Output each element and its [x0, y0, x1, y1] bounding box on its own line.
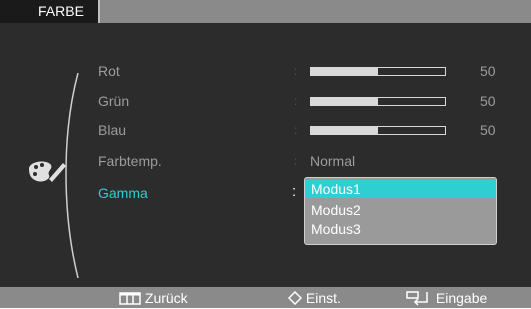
- farbtemp-value: Normal: [310, 153, 356, 169]
- menu-item-gruen[interactable]: Grün: [98, 93, 129, 109]
- enter-label: Eingabe: [435, 289, 488, 306]
- back-hint[interactable]: Zurück: [119, 287, 188, 308]
- rot-slider-fill: [311, 68, 378, 75]
- enter-hint[interactable]: Eingabe: [406, 287, 487, 308]
- gruen-value: 50: [480, 93, 496, 109]
- up-down-diamond-icon: [287, 291, 303, 306]
- rot-value: 50: [480, 63, 496, 79]
- blau-slider[interactable]: [310, 126, 446, 135]
- gamma-option-modus3[interactable]: Modus3: [305, 220, 496, 238]
- separator: :: [294, 64, 298, 78]
- adjust-label: Einst.: [305, 289, 341, 306]
- separator: :: [292, 183, 297, 200]
- menu-item-farbtemp[interactable]: Farbtemp.: [98, 153, 162, 169]
- separator: :: [294, 154, 298, 168]
- menu-grid-icon: [119, 292, 141, 305]
- title-bar: FARBE: [0, 0, 531, 23]
- adjust-hint[interactable]: Einst.: [287, 287, 341, 308]
- enter-return-icon: [406, 291, 428, 306]
- back-label: Zurück: [144, 289, 188, 306]
- menu-title: FARBE: [0, 0, 100, 23]
- separator: :: [294, 123, 298, 137]
- menu-item-gamma[interactable]: Gamma: [98, 185, 148, 201]
- blau-slider-fill: [311, 127, 378, 134]
- blau-value: 50: [480, 122, 496, 138]
- gruen-slider[interactable]: [310, 97, 446, 106]
- gamma-option-modus2[interactable]: Modus2: [305, 201, 496, 219]
- menu-item-blau[interactable]: Blau: [98, 122, 126, 138]
- osd-menu: FARBE Rot : 50 Grün : 50 Blau : 50 Farbt…: [0, 0, 531, 308]
- color-palette-icon: [29, 161, 66, 182]
- menu-item-rot[interactable]: Rot: [98, 63, 120, 79]
- gamma-option-modus1[interactable]: Modus1: [305, 180, 496, 198]
- gamma-dropdown[interactable]: Modus1 Modus2 Modus3: [304, 177, 497, 245]
- footer-bar: Zurück Einst. Eingabe: [0, 287, 531, 308]
- gruen-slider-fill: [311, 98, 378, 105]
- rot-slider[interactable]: [310, 67, 446, 76]
- menu-panel: Rot : 50 Grün : 50 Blau : 50 Farbtemp. :…: [0, 23, 531, 287]
- separator: :: [294, 94, 298, 108]
